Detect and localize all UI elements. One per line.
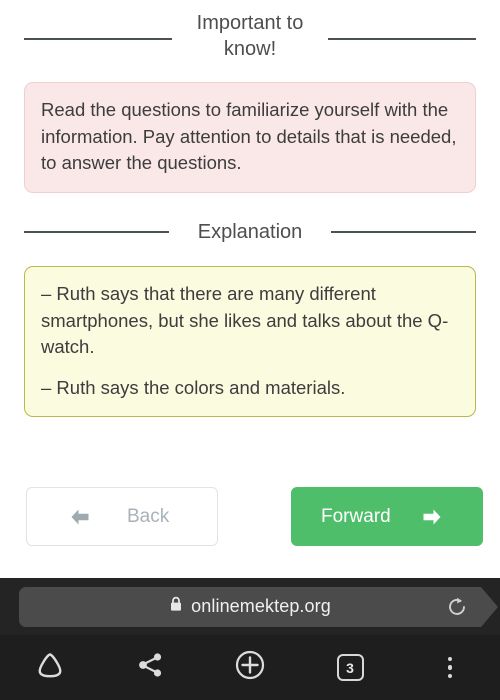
browser-nav-bar: 3 bbox=[0, 635, 500, 700]
explanation-heading-text: Explanation bbox=[197, 221, 303, 243]
heading-rule-right bbox=[328, 38, 476, 40]
tab-switcher-button[interactable]: 3 bbox=[300, 635, 400, 700]
page-root: Important to know! Read the questions to… bbox=[0, 0, 500, 700]
menu-button[interactable] bbox=[400, 635, 500, 700]
arrow-left-icon bbox=[69, 508, 91, 526]
plus-circle-icon bbox=[234, 649, 266, 686]
explanation-section-heading: Explanation bbox=[0, 219, 500, 245]
home-icon bbox=[33, 649, 67, 686]
important-section-heading: Important to know! bbox=[0, 10, 500, 62]
share-button[interactable] bbox=[100, 635, 200, 700]
forward-button[interactable]: Forward bbox=[291, 487, 483, 546]
explanation-line: – Ruth says the colors and materials. bbox=[41, 376, 346, 398]
important-heading-text: Important to know! bbox=[196, 12, 304, 60]
lock-icon bbox=[169, 596, 183, 617]
reload-icon[interactable] bbox=[445, 595, 469, 619]
overflow-menu-icon bbox=[447, 656, 453, 679]
back-button-label: Back bbox=[127, 505, 170, 527]
heading-rule-left bbox=[24, 38, 172, 40]
browser-url-bar: onlinemektep.org bbox=[0, 578, 500, 635]
back-button[interactable]: Back bbox=[26, 487, 218, 546]
address-bar[interactable]: onlinemektep.org bbox=[19, 586, 498, 627]
lesson-content: Important to know! Read the questions to… bbox=[0, 0, 500, 578]
home-button[interactable] bbox=[0, 635, 100, 700]
arrow-right-icon bbox=[421, 508, 443, 526]
heading-rule-right bbox=[331, 231, 476, 233]
forward-button-label: Forward bbox=[321, 505, 391, 527]
explanation-box: – Ruth says that there are many differen… bbox=[24, 266, 476, 417]
important-body-text: Read the questions to familiarize yourse… bbox=[41, 99, 457, 173]
heading-rule-left bbox=[24, 231, 169, 233]
share-icon bbox=[135, 650, 165, 685]
new-tab-button[interactable] bbox=[200, 635, 300, 700]
explanation-line: – Ruth says that there are many differen… bbox=[41, 283, 449, 357]
important-info-box: Read the questions to familiarize yourse… bbox=[24, 82, 476, 193]
tab-count-badge: 3 bbox=[336, 654, 364, 681]
url-text: onlinemektep.org bbox=[191, 596, 331, 616]
